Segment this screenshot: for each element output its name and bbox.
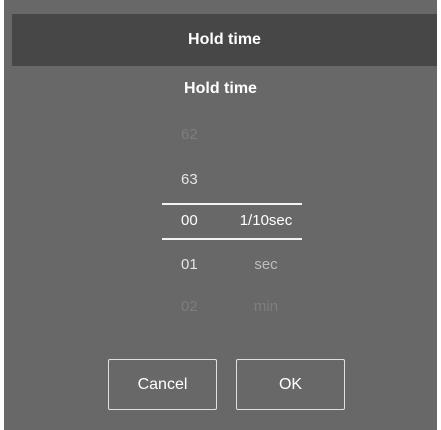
selected-hold-time-value[interactable]: 00 [181, 212, 198, 229]
cancel-button[interactable]: Cancel [108, 359, 217, 410]
unit-option[interactable]: min [232, 298, 300, 315]
picker-heading: Hold time [184, 80, 257, 97]
unit-option[interactable]: sec [232, 256, 300, 273]
dialog-title: Hold time [188, 31, 261, 48]
hold-time-value-option[interactable]: 02 [181, 298, 198, 315]
dialog-titlebar: Hold time [12, 14, 437, 66]
selected-unit[interactable]: 1/10sec [232, 212, 300, 229]
hold-time-value-option[interactable]: 63 [181, 171, 198, 188]
hold-time-dialog: Hold time Hold time 62 63 00 1/10sec 01 … [4, 0, 437, 430]
selection-bottom-divider [162, 238, 302, 240]
selection-top-divider [162, 203, 302, 205]
ok-button[interactable]: OK [236, 359, 345, 410]
hold-time-value-option[interactable]: 01 [181, 256, 198, 273]
hold-time-value-option[interactable]: 62 [181, 126, 198, 143]
